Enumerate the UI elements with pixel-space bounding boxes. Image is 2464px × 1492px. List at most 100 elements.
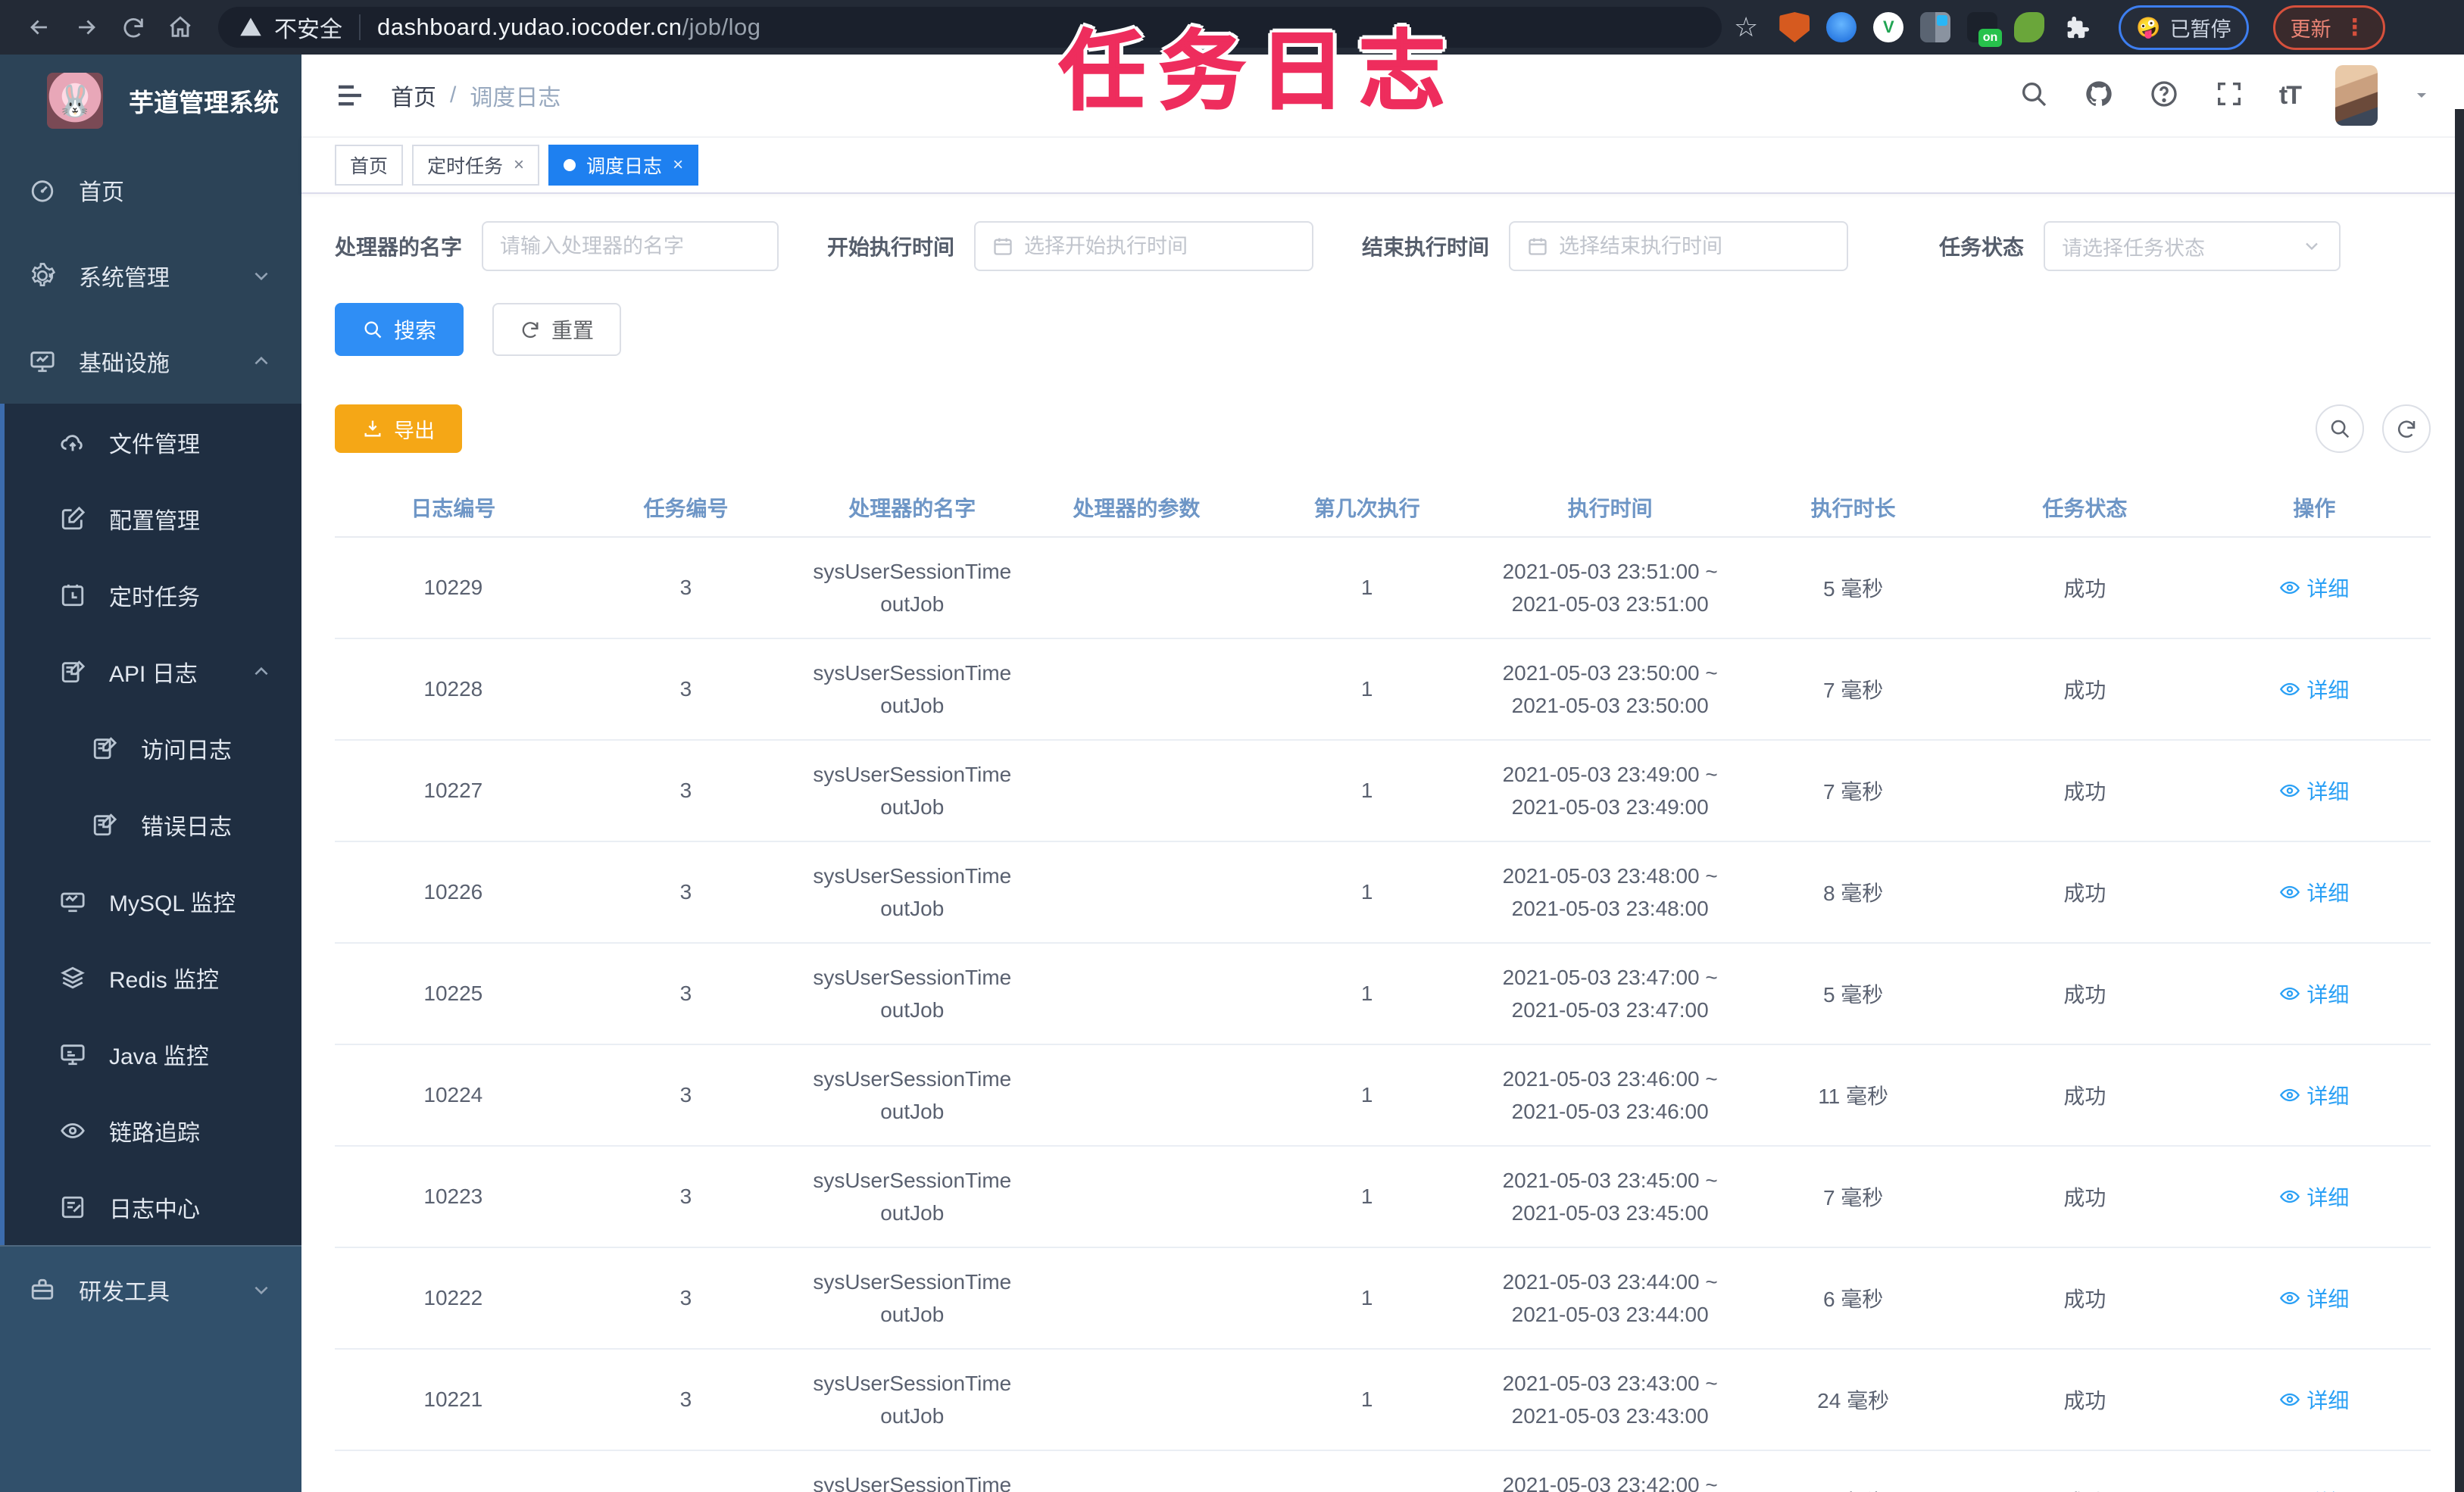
cell-duration: 6 毫秒 (1735, 1486, 1972, 1492)
toggle-search-button[interactable] (2316, 404, 2364, 453)
sidebar-item-基础设施[interactable]: 基础设施 (0, 318, 301, 404)
sidebar-item-日志中心[interactable]: 日志中心 (5, 1169, 301, 1245)
hamburger-icon[interactable] (335, 80, 365, 111)
github-icon[interactable] (2084, 79, 2114, 113)
detail-link[interactable]: 详细 (2279, 1080, 2349, 1110)
update-button[interactable]: 更新 ⋮ (2272, 5, 2385, 50)
sidebar-item-mysql-监控[interactable]: MySQL 监控 (5, 863, 301, 939)
cell-handler: sysUserSessionTimeoutJob (813, 559, 1012, 616)
export-button[interactable]: 导出 (335, 404, 462, 453)
cell-times: 1 (1248, 1489, 1485, 1492)
handler-name-input[interactable] (482, 221, 779, 271)
proxy-switch-icon[interactable]: on (1967, 12, 2003, 47)
puzzle-icon[interactable] (2061, 12, 2091, 42)
detail-link[interactable]: 详细 (2279, 1384, 2349, 1415)
cell-log-id: 10221 (423, 1387, 483, 1411)
chevron-down-icon[interactable] (2412, 86, 2431, 105)
cell-status: 成功 (2063, 1389, 2106, 1412)
not-secure-warning-icon[interactable] (239, 16, 262, 39)
sidebar-item-java-监控[interactable]: Java 监控 (5, 1016, 301, 1092)
sidebar-item-redis-监控[interactable]: Redis 监控 (5, 939, 301, 1016)
cell-job-id: 3 (679, 880, 692, 904)
kebab-menu-icon[interactable]: ⋮ (2344, 14, 2368, 41)
forward-icon[interactable] (67, 8, 106, 47)
refresh-icon[interactable] (114, 8, 153, 47)
reset-button[interactable]: 重置 (492, 303, 622, 356)
detail-link[interactable]: 详细 (2279, 1283, 2349, 1313)
address-bar[interactable]: 不安全 dashboard.yudao.iocoder.cn/job/log (218, 7, 1722, 48)
lightbulb-icon[interactable] (1826, 12, 1857, 42)
tab-调度日志[interactable]: 调度日志 × (548, 145, 699, 186)
sidebar-item-错误日志[interactable]: 错误日志 (5, 786, 301, 863)
check-circle-icon[interactable]: V (1873, 12, 1904, 42)
tab-定时任务[interactable]: 定时任务 × (412, 145, 540, 186)
monitor-icon (27, 348, 58, 374)
breadcrumb-home[interactable]: 首页 (391, 79, 436, 112)
cell-job-id: 3 (679, 1083, 692, 1107)
detail-link[interactable]: 详细 (2279, 877, 2349, 907)
close-icon[interactable]: × (514, 155, 524, 176)
column-header: 任务状态 (2042, 497, 2128, 520)
eye-icon (58, 1118, 88, 1144)
paused-pill[interactable]: 🤪 已暂停 (2119, 5, 2249, 50)
search-icon[interactable] (2019, 79, 2049, 113)
cell-duration: 11 毫秒 (1818, 1085, 1889, 1108)
edit-square-icon (58, 506, 88, 532)
sidebar-item-文件管理[interactable]: 文件管理 (5, 404, 301, 480)
fullscreen-icon[interactable] (2214, 79, 2244, 113)
back-icon[interactable] (20, 8, 59, 47)
help-icon[interactable] (2149, 79, 2179, 113)
bookmark-star-icon[interactable]: ☆ (1734, 11, 1758, 43)
sidebar-item-配置管理[interactable]: 配置管理 (5, 480, 301, 557)
cell-status: 成功 (2063, 679, 2106, 702)
status-select[interactable]: 请选择任务状态 (2044, 221, 2341, 271)
cell-status: 成功 (2063, 780, 2106, 804)
cell-status: 成功 (2063, 577, 2106, 601)
avatar[interactable] (2335, 65, 2378, 126)
table-row: 10223 3 sysUserSessionTimeoutJob 1 2021-… (335, 1147, 2431, 1248)
end-time-picker[interactable] (1509, 221, 1849, 271)
detail-link[interactable]: 详细 (2279, 674, 2349, 704)
sidebar-item-定时任务[interactable]: 定时任务 (5, 557, 301, 633)
cell-times: 1 (1360, 1185, 1373, 1208)
chevron-up-icon (251, 662, 271, 682)
sidebar-item-研发工具[interactable]: 研发工具 (0, 1247, 301, 1332)
cell-status: 成功 (2063, 1085, 2106, 1108)
detail-link[interactable]: 详细 (2279, 1181, 2349, 1212)
sidebar-item-链路追踪[interactable]: 链路追踪 (5, 1092, 301, 1169)
leaf-icon[interactable] (2014, 12, 2045, 42)
font-size-icon[interactable]: tT (2279, 81, 2302, 111)
detail-link[interactable]: 详细 (2279, 1486, 2349, 1492)
cell-status: 成功 (2063, 983, 2106, 1007)
scrollbar[interactable] (2455, 109, 2464, 1492)
cell-handler: sysUserSessionTimeoutJob (813, 1371, 1012, 1428)
app-title: 芋道管理系统 (129, 89, 279, 117)
sidebar-item-api-日志[interactable]: API 日志 (5, 633, 301, 710)
address-separator (359, 14, 361, 40)
chevron-down-icon (251, 266, 271, 286)
cell-exec-time: 2021-05-03 23:44:00 ~2021-05-03 23:44:00 (1502, 1269, 1718, 1326)
tab-首页[interactable]: 首页 (335, 145, 404, 186)
column-header: 日志编号 (411, 497, 496, 520)
ublock-shield-icon[interactable] (1779, 12, 1810, 42)
chevron-down-icon (2301, 236, 2322, 257)
refresh-table-button[interactable] (2382, 404, 2431, 453)
detail-link[interactable]: 详细 (2279, 573, 2349, 603)
cell-exec-time: 2021-05-03 23:50:00 ~2021-05-03 23:50:00 (1502, 660, 1718, 717)
begin-time-picker[interactable] (974, 221, 1314, 271)
sidebar-item-系统管理[interactable]: 系统管理 (0, 233, 301, 318)
cell-times: 1 (1360, 1286, 1373, 1309)
detail-link[interactable]: 详细 (2279, 979, 2349, 1009)
cell-times: 1 (1360, 1083, 1373, 1107)
close-icon[interactable]: × (673, 155, 683, 176)
search-button[interactable]: 搜索 (335, 303, 464, 356)
sidebar-item-访问日志[interactable]: 访问日志 (5, 710, 301, 786)
extension-icons: V on (1779, 12, 2091, 47)
cell-duration: 7 毫秒 (1822, 679, 1884, 702)
grid-extension-icon[interactable] (1920, 12, 1951, 42)
detail-link[interactable]: 详细 (2279, 776, 2349, 806)
cell-job-id: 3 (679, 677, 692, 701)
sidebar-item-首页[interactable]: 首页 (0, 147, 301, 233)
home-icon[interactable] (161, 8, 200, 47)
url-text[interactable]: dashboard.yudao.iocoder.cn/job/log (377, 14, 760, 41)
